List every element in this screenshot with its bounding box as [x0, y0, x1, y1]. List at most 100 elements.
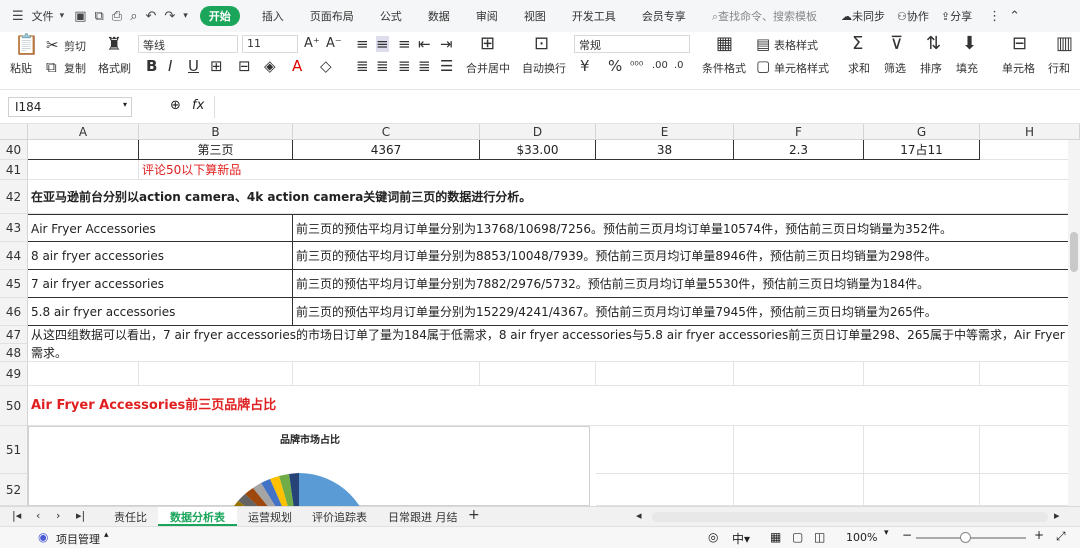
cell-c40[interactable]: 4367 [293, 140, 480, 160]
format-painter-icon[interactable]: ♜ [106, 36, 122, 54]
scroll-thumb[interactable] [1070, 232, 1078, 272]
cell-h52[interactable] [980, 474, 1080, 506]
align-bottom-icon[interactable]: ≡ [398, 36, 411, 52]
cell-a40[interactable] [28, 140, 139, 160]
rowcol-icon[interactable]: ▥ [1056, 35, 1073, 53]
cells-button[interactable]: 单元格 [1002, 60, 1035, 76]
cell-e51[interactable] [596, 426, 734, 474]
export-icon[interactable]: ⧉ [94, 9, 103, 24]
font-grow-icon[interactable]: A⁺ [304, 36, 320, 52]
save-icon[interactable]: ▣ [74, 9, 86, 24]
paste-button[interactable]: 粘贴 [10, 60, 32, 76]
name-box[interactable]: I184 ▾ [8, 97, 132, 117]
zoom-level[interactable]: 100% [846, 531, 877, 544]
sync-status[interactable]: ☁未同步 [841, 8, 885, 24]
cell-d40[interactable]: $33.00 [480, 140, 596, 160]
cell-a43[interactable]: Air Fryer Accessories [28, 214, 293, 242]
fill-button[interactable]: 填充 [956, 60, 978, 76]
border-icon[interactable]: ⊞ [210, 58, 223, 74]
number-format-select[interactable]: 常规 [574, 35, 690, 53]
tab-page-layout[interactable]: 页面布局 [310, 8, 354, 24]
scissors-icon[interactable]: ✂ [46, 37, 59, 53]
tab-formula[interactable]: 公式 [380, 8, 402, 24]
cell-e52[interactable] [596, 474, 734, 506]
cell-a46[interactable]: 5.8 air fryer accessories [28, 298, 293, 326]
cell-c49[interactable] [293, 362, 480, 386]
fullscreen-icon[interactable]: ⤢ [1056, 529, 1066, 544]
page-view-icon[interactable]: ▢ [792, 530, 803, 544]
row-header-46[interactable]: 46 [0, 298, 28, 326]
indent-decrease-icon[interactable]: ⇤ [418, 36, 431, 52]
row-header-40[interactable]: 40 [0, 140, 28, 160]
more-icon[interactable]: ▾ [183, 11, 188, 21]
sum-icon[interactable]: Σ [852, 35, 863, 53]
column-header-c[interactable]: C [293, 124, 480, 140]
cell-a42[interactable]: 在亚马逊前台分别以action camera、4k action camera关… [28, 180, 1080, 214]
tab-view[interactable]: 视图 [524, 8, 546, 24]
command-search[interactable]: ⌕查找命令、搜索模板 [712, 8, 817, 24]
more-vert-icon[interactable]: ⋮ [988, 9, 1001, 24]
cell-a44[interactable]: 8 air fryer accessories [28, 242, 293, 270]
cell-style-button[interactable]: 单元格样式 [774, 60, 829, 76]
percent-icon[interactable]: % [608, 58, 622, 74]
font-size-select[interactable]: 11 [242, 35, 298, 53]
zoom-dropdown-icon[interactable]: ▾ [884, 528, 889, 538]
cell-h51[interactable] [980, 426, 1080, 474]
row-header-43[interactable]: 43 [0, 214, 28, 242]
distribute-icon[interactable]: ☰ [440, 58, 453, 74]
cell-g51[interactable] [864, 426, 980, 474]
justify-icon[interactable]: ≣ [418, 58, 431, 74]
cell-f49[interactable] [734, 362, 864, 386]
row-header-42[interactable]: 42 [0, 180, 28, 214]
tab-start[interactable]: 开始 [199, 6, 240, 26]
undo-icon[interactable]: ↶ [145, 9, 156, 24]
align-middle-icon[interactable]: ≡ [376, 36, 389, 52]
merge-format-icon[interactable]: ⊟ [238, 58, 251, 74]
filter-button[interactable]: 筛选 [884, 60, 906, 76]
paste-icon[interactable]: 📋 [14, 34, 39, 54]
cell-b40[interactable]: 第三页 [139, 140, 293, 160]
scroll-right-icon[interactable]: ▸ [1054, 509, 1060, 522]
cell-f52[interactable] [734, 474, 864, 506]
cell-a47[interactable]: 从这四组数据可以看出，7 air fryer accessories的市场日订单… [28, 326, 1080, 344]
tab-developer[interactable]: 开发工具 [572, 8, 616, 24]
cell-e49[interactable] [596, 362, 734, 386]
cell-c46[interactable]: 前三页的预估平均月订单量分别为15229/4241/4367。预估前三页月均订单… [293, 298, 1080, 326]
sheet-tab[interactable]: 运营规划 [248, 509, 292, 525]
sort-icon[interactable]: ⇅ [926, 35, 941, 53]
column-header-e[interactable]: E [596, 124, 734, 140]
cell-b41[interactable]: 评论50以下算新品 [139, 160, 1080, 180]
page-break-icon[interactable]: ◫ [814, 530, 825, 544]
redo-icon[interactable]: ↷ [164, 9, 175, 24]
select-all-corner[interactable] [0, 124, 28, 140]
cell-h40[interactable] [980, 140, 1080, 160]
column-header-d[interactable]: D [480, 124, 596, 140]
cell-d49[interactable] [480, 362, 596, 386]
align-center-icon[interactable]: ≣ [376, 58, 389, 74]
indent-increase-icon[interactable]: ⇥ [440, 36, 453, 52]
horizontal-scrollbar[interactable] [652, 512, 1048, 522]
table-style-button[interactable]: 表格样式 [774, 37, 818, 53]
wrap-text-icon[interactable]: ⊡ [534, 35, 549, 53]
cell-g52[interactable] [864, 474, 980, 506]
cell-f40[interactable]: 2.3 [734, 140, 864, 160]
cell-a48[interactable]: 需求。 [28, 344, 1080, 362]
cell-c44[interactable]: 前三页的预估平均月订单量分别为8853/10048/7939。预估前三页月均订单… [293, 242, 1080, 270]
input-mode-icon[interactable]: 中▾ [732, 530, 750, 547]
add-sheet-icon[interactable]: + [468, 507, 480, 523]
row-header-51[interactable]: 51 [0, 426, 28, 474]
decimal-increase-icon[interactable]: .00 [652, 58, 668, 74]
wrap-text-button[interactable]: 自动换行 [522, 60, 566, 76]
merge-center-button[interactable]: 合并居中 [466, 60, 510, 76]
column-header-b[interactable]: B [139, 124, 293, 140]
column-header-a[interactable]: A [28, 124, 139, 140]
normal-view-icon[interactable]: ▦ [770, 530, 781, 544]
menu-file[interactable]: 文件 [32, 8, 54, 24]
italic-icon[interactable]: I [168, 58, 172, 74]
row-header-44[interactable]: 44 [0, 242, 28, 270]
cell-h49[interactable] [980, 362, 1080, 386]
fill-color-icon[interactable]: ◈ [264, 58, 276, 74]
sheet-tab[interactable]: 责任比 [114, 509, 147, 525]
zoom-out-icon[interactable]: − [902, 528, 912, 542]
hamburger-icon[interactable]: ☰ [12, 9, 24, 24]
